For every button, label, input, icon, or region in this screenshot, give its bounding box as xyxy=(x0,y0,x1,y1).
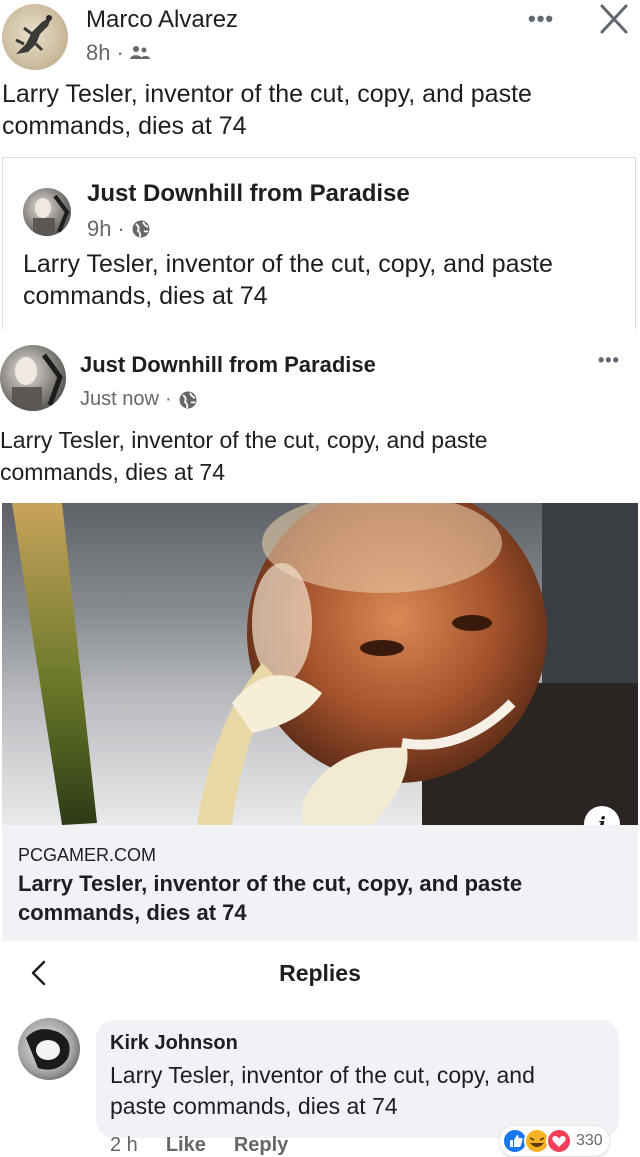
comment-text: Larry Tesler, inventor of the cut, copy,… xyxy=(110,1062,535,1119)
inner-post-time[interactable]: Just now xyxy=(80,388,159,411)
reaction-summary[interactable]: 330 xyxy=(500,1126,609,1156)
friends-icon xyxy=(129,46,150,59)
comment-actions: 2 h Like Reply xyxy=(110,1134,288,1157)
haha-reaction-icon xyxy=(524,1128,550,1154)
link-preview-image[interactable] xyxy=(2,503,638,825)
lizard-avatar-icon xyxy=(15,15,52,54)
inner-post-meta: Just now · xyxy=(80,388,198,411)
reaction-icons xyxy=(502,1128,572,1154)
shared-post-card[interactable]: Just Downhill from Paradise 9h · Larry T… xyxy=(2,157,636,329)
inner-more-options-button[interactable]: ••• xyxy=(598,350,620,371)
globe-icon xyxy=(132,220,150,238)
author-name[interactable]: Marco Alvarez xyxy=(86,6,238,34)
portrait-photo xyxy=(12,503,638,825)
replies-title: Replies xyxy=(279,960,361,986)
inner-author-name[interactable]: Just Downhill from Paradise xyxy=(80,352,376,378)
link-title: Larry Tesler, inventor of the cut, copy,… xyxy=(18,871,523,925)
shared-author-avatar[interactable] xyxy=(23,188,71,236)
post-meta: 8h · xyxy=(86,40,150,66)
reply-button[interactable]: Reply xyxy=(234,1134,288,1157)
commenter-name[interactable]: Kirk Johnson xyxy=(110,1032,238,1055)
close-button[interactable] xyxy=(592,0,636,42)
shared-post-time[interactable]: 9h xyxy=(87,216,111,242)
inner-post-text: Larry Tesler, inventor of the cut, copy,… xyxy=(0,427,488,485)
more-options-button[interactable]: ••• xyxy=(528,6,554,32)
inner-author-avatar[interactable] xyxy=(0,345,66,411)
link-preview-caption[interactable]: PCGAMER.COM Larry Tesler, inventor of th… xyxy=(2,825,638,941)
globe-icon xyxy=(179,391,197,408)
close-icon xyxy=(600,4,628,34)
shared-post-text: Larry Tesler, inventor of the cut, copy,… xyxy=(23,250,553,310)
post-time[interactable]: 8h xyxy=(86,40,110,66)
commenter-avatar[interactable] xyxy=(18,1018,80,1080)
avatar-portrait-icon xyxy=(33,194,70,236)
avatar-portrait-icon xyxy=(12,353,63,411)
shared-author-name[interactable]: Just Downhill from Paradise xyxy=(87,180,410,208)
like-button[interactable]: Like xyxy=(166,1134,206,1157)
link-domain: PCGAMER.COM xyxy=(18,845,157,865)
comment-bubble[interactable]: Kirk Johnson Larry Tesler, inventor of t… xyxy=(96,1020,619,1138)
author-avatar[interactable] xyxy=(2,4,68,70)
post-text: Larry Tesler, inventor of the cut, copy,… xyxy=(2,80,532,140)
comment-time[interactable]: 2 h xyxy=(110,1134,138,1157)
reaction-count: 330 xyxy=(576,1132,603,1149)
shared-post-meta: 9h · xyxy=(87,216,151,242)
avatar-portrait-icon xyxy=(26,1029,70,1070)
